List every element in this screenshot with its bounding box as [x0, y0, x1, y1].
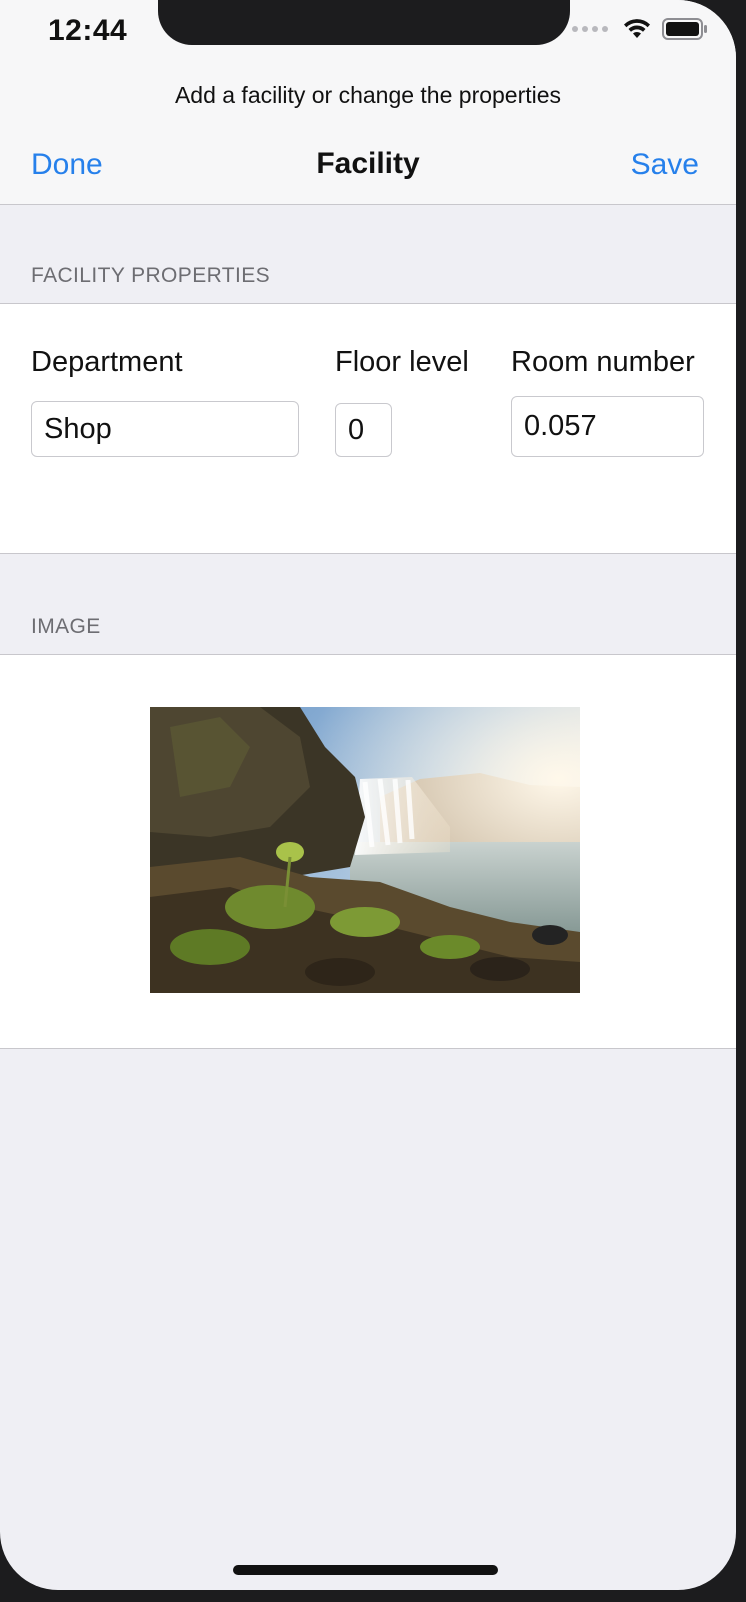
cellular-signal-icon: [572, 26, 608, 32]
department-field[interactable]: Shop: [31, 401, 299, 457]
device-screen: 12:44 Add a facility or change the prope…: [0, 0, 736, 1590]
section-header-facility-properties: FACILITY PROPERTIES: [31, 264, 271, 287]
status-time: 12:44: [48, 14, 128, 47]
floor-level-label: Floor level: [335, 346, 469, 378]
room-number-label: Room number: [511, 346, 695, 378]
section-header-image: IMAGE: [31, 615, 101, 638]
battery-icon: [662, 18, 707, 40]
status-icons: [572, 18, 708, 40]
save-button[interactable]: Save: [631, 148, 699, 182]
facility-properties-card: Department Shop Floor level 0 Room numbe…: [0, 303, 736, 554]
floor-level-field[interactable]: 0: [335, 403, 392, 457]
home-indicator[interactable]: [233, 1565, 498, 1575]
waterfall-landscape-image[interactable]: [150, 707, 580, 993]
wifi-icon: [624, 19, 650, 38]
page-title: Facility: [316, 147, 420, 180]
navigation-header: Add a facility or change the properties …: [0, 58, 736, 205]
header-prompt: Add a facility or change the properties: [174, 82, 562, 108]
image-card: [0, 654, 736, 1049]
room-number-field[interactable]: 0.057: [511, 396, 704, 457]
department-label: Department: [31, 346, 183, 378]
photo-graphic: [150, 707, 580, 993]
device-notch: [158, 0, 570, 45]
